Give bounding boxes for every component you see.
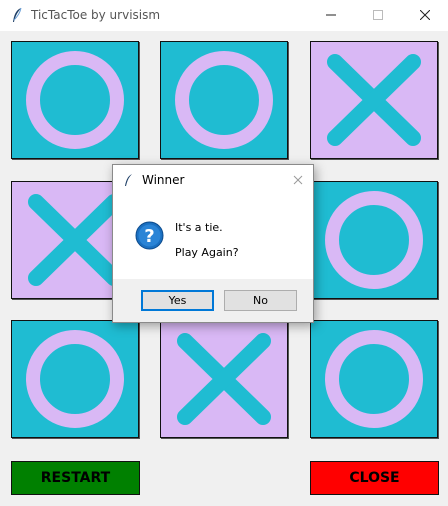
o-mark-icon: [26, 51, 124, 149]
minimize-icon: [326, 14, 336, 16]
restart-button[interactable]: RESTART: [11, 461, 140, 495]
dialog-close-icon[interactable]: [289, 171, 307, 189]
x-mark-icon: [177, 333, 271, 425]
x-mark-icon: [327, 54, 421, 146]
board-cell-9[interactable]: [310, 320, 438, 438]
winner-dialog: Winner ? It's a tie. Play Again? Yes No: [112, 164, 314, 323]
no-button[interactable]: No: [224, 290, 297, 311]
dialog-titlebar: Winner: [113, 165, 313, 195]
window-titlebar: TicTacToe by urvisism: [0, 0, 448, 31]
board-cell-8[interactable]: [160, 320, 288, 438]
close-icon: [420, 10, 430, 20]
dialog-title: Winner: [142, 173, 185, 187]
dialog-message: It's a tie.: [175, 221, 223, 234]
o-mark-icon: [325, 191, 423, 289]
dialog-footer: Yes No: [113, 279, 313, 322]
svg-text:?: ?: [144, 226, 154, 247]
dialog-body: ? It's a tie. Play Again?: [113, 195, 313, 279]
maximize-icon: [373, 10, 383, 20]
close-button[interactable]: CLOSE: [310, 461, 439, 495]
board-cell-3[interactable]: [310, 41, 438, 159]
feather-icon: [125, 174, 132, 186]
close-window-button[interactable]: [402, 0, 448, 31]
board-cell-6[interactable]: [310, 181, 438, 299]
question-icon: ?: [135, 221, 164, 250]
maximize-button[interactable]: [355, 0, 401, 31]
dialog-question: Play Again?: [175, 246, 239, 259]
board-cell-1[interactable]: [11, 41, 139, 159]
feather-icon: [13, 7, 22, 22]
o-mark-icon: [175, 51, 273, 149]
yes-button[interactable]: Yes: [141, 290, 214, 311]
o-mark-icon: [26, 330, 124, 428]
board-cell-2[interactable]: [160, 41, 288, 159]
window-title: TicTacToe by urvisism: [31, 8, 161, 22]
board-cell-7[interactable]: [11, 320, 139, 438]
minimize-button[interactable]: [308, 0, 354, 31]
o-mark-icon: [325, 330, 423, 428]
